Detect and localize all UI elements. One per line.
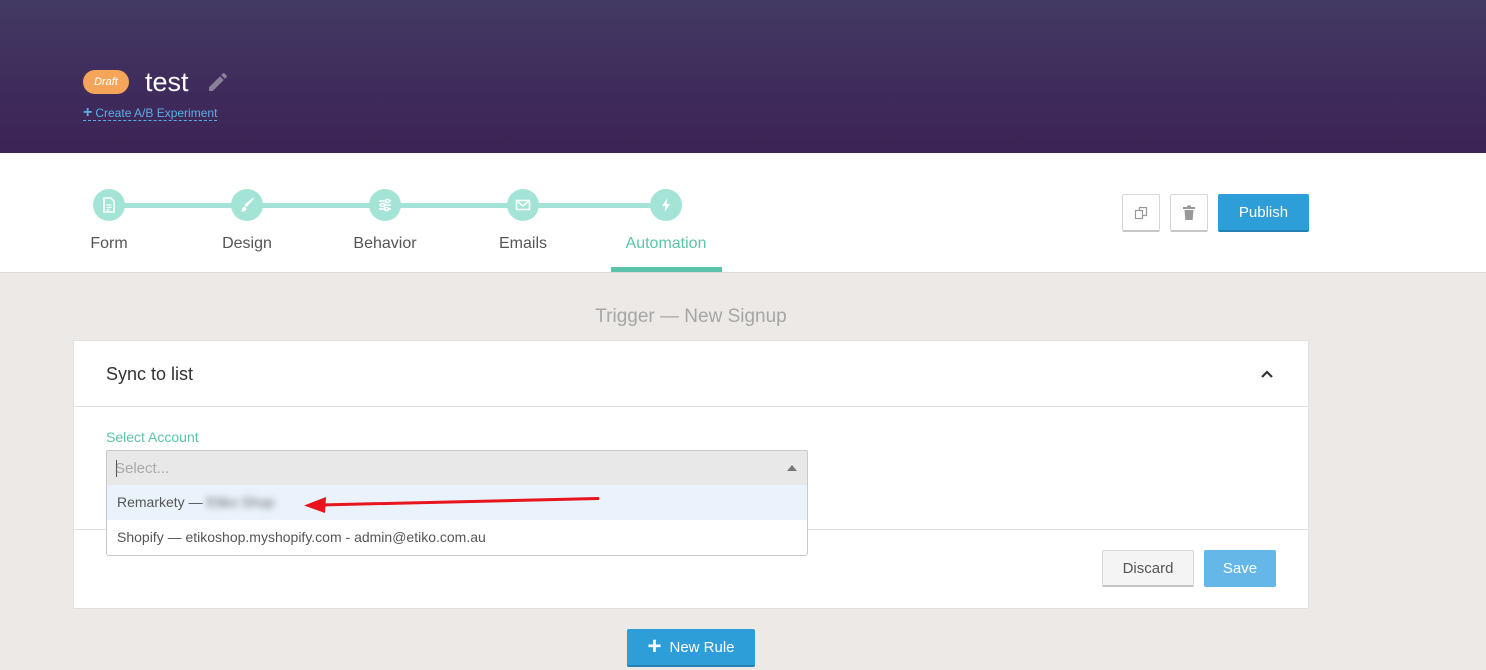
step-automation-label: Automation [625,235,707,252]
step-automation[interactable]: Automation [606,153,726,273]
step-form-label: Form [90,235,128,252]
card-header[interactable]: Sync to list [74,341,1308,407]
option-remarkety-name: Remarkety — [117,494,207,510]
step-behavior[interactable]: Behavior [325,153,445,273]
save-button[interactable]: Save [1204,550,1276,587]
trash-icon [1183,205,1195,220]
document-icon [93,189,125,221]
publish-button[interactable]: Publish [1218,194,1309,232]
brush-icon [231,189,263,221]
option-remarkety-detail: Etiko Shop [206,494,275,510]
envelope-icon [507,189,539,221]
select-account-label: Select Account [106,429,199,445]
create-ab-experiment-link[interactable]: + Create A/B Experiment [83,103,218,121]
page-header: Draft test + Create A/B Experiment [0,0,1486,153]
select-account-dropdown[interactable] [106,450,808,486]
lightning-icon [650,189,682,221]
step-form[interactable]: Form [49,153,169,273]
delete-button[interactable] [1170,194,1208,232]
new-rule-label: New Rule [669,638,735,656]
step-emails[interactable]: Emails [463,153,583,273]
select-account-input[interactable] [115,458,755,478]
option-shopify-detail: etikoshop.myshopify.com - admin@etiko.co… [185,529,486,545]
text-caret [116,460,117,477]
discard-button[interactable]: Discard [1102,550,1194,587]
option-shopify[interactable]: Shopify — etikoshop.myshopify.com - admi… [107,520,807,555]
chevron-up-icon[interactable] [1258,365,1276,383]
step-behavior-label: Behavior [353,235,417,252]
active-step-indicator [611,267,722,272]
steps-bar: Form Design Behavior Emails Automation P… [0,153,1486,273]
select-account-options: Remarkety — Etiko Shop Shopify — etikosh… [106,485,808,556]
duplicate-icon [1134,206,1148,219]
card-title: Sync to list [106,364,194,384]
new-rule-button[interactable]: + New Rule [627,629,755,667]
duplicate-button[interactable] [1122,194,1160,232]
create-ab-experiment-label: Create A/B Experiment [95,105,218,120]
step-emails-label: Emails [498,235,547,252]
step-design-label: Design [222,235,272,252]
arrow-up-icon[interactable] [787,464,797,472]
sliders-icon [369,189,401,221]
form-title: test [145,67,189,97]
option-remarkety[interactable]: Remarkety — Etiko Shop [107,485,807,520]
pencil-icon[interactable] [206,70,230,94]
plus-icon: + [647,633,662,660]
option-shopify-name: Shopify — [117,529,186,545]
plus-icon: + [83,103,93,121]
draft-badge: Draft [83,70,129,94]
trigger-title: Trigger — New Signup [595,306,787,327]
step-design[interactable]: Design [187,153,307,273]
